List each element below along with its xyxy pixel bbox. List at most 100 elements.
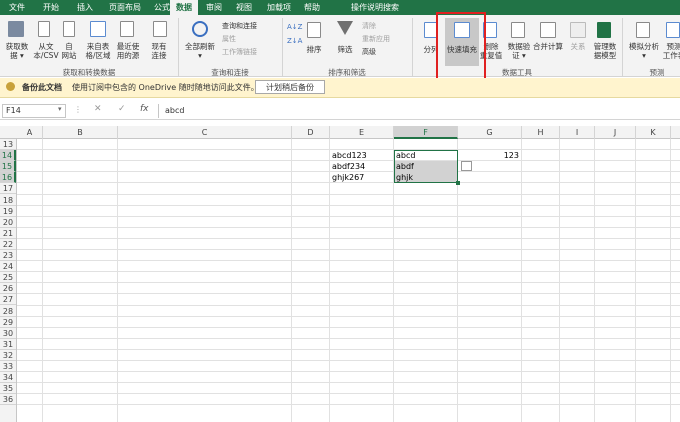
filter-button[interactable]: 筛选 xyxy=(333,45,357,54)
existing-connections-button[interactable]: 现有 连接 xyxy=(146,42,172,60)
from-table-button[interactable]: 来自表 格/区域 xyxy=(83,42,113,60)
column-header[interactable]: B xyxy=(43,126,118,139)
column-header[interactable]: I xyxy=(560,126,595,139)
gridline xyxy=(17,315,680,317)
gridline xyxy=(17,215,680,217)
tab-10[interactable]: 操作说明搜索 xyxy=(344,0,406,15)
cell-E15[interactable]: abdf234 xyxy=(330,161,394,172)
row-header[interactable]: 21 xyxy=(0,228,16,239)
row-header[interactable]: 30 xyxy=(0,328,16,339)
row-header[interactable]: 32 xyxy=(0,350,16,361)
column-header[interactable]: D xyxy=(292,126,330,139)
column-header[interactable]: H xyxy=(522,126,560,139)
forecast-sheet-icon xyxy=(666,22,680,38)
cell-G14[interactable]: 123 xyxy=(458,150,522,161)
formula-input[interactable]: abcd xyxy=(158,104,678,118)
row-header[interactable]: 16 xyxy=(0,172,16,184)
reapply-button[interactable]: 重新应用 xyxy=(362,35,390,44)
gridline xyxy=(17,393,680,395)
cancel-icon[interactable]: ✕ xyxy=(94,104,102,114)
table-icon xyxy=(90,21,106,37)
function-icon[interactable]: fx xyxy=(140,104,149,114)
tab-0[interactable]: 文件 xyxy=(0,0,34,15)
backup-later-button[interactable]: 计划稍后备份 xyxy=(255,80,325,94)
row-header[interactable]: 17 xyxy=(0,183,16,195)
edit-links-button[interactable]: 工作簿链接 xyxy=(222,48,257,57)
row-header[interactable]: 24 xyxy=(0,261,16,273)
from-web-button[interactable]: 自 网站 xyxy=(59,42,79,60)
group-get-transform: 获取和转换数据 xyxy=(62,68,116,77)
row-header[interactable]: 18 xyxy=(0,195,16,206)
cell-F15[interactable]: abdf xyxy=(394,161,458,173)
name-box[interactable]: F14 xyxy=(2,104,66,118)
fill-handle[interactable] xyxy=(456,181,460,186)
tab-8[interactable]: 加载项 xyxy=(260,0,298,15)
row-header[interactable]: 14 xyxy=(0,150,16,162)
row-header[interactable]: 19 xyxy=(0,206,16,217)
row-header[interactable]: 13 xyxy=(0,139,16,150)
tab-6[interactable]: 审阅 xyxy=(200,0,228,15)
sort-ascending-icon[interactable]: A↓Z xyxy=(287,23,302,32)
cell-F16[interactable]: ghjk xyxy=(394,172,458,184)
gridline xyxy=(17,371,680,373)
row-header[interactable]: 27 xyxy=(0,294,16,306)
row-header[interactable]: 28 xyxy=(0,306,16,317)
consolidate-button[interactable]: 合并计算 xyxy=(531,42,565,51)
clear-button[interactable]: 清除 xyxy=(362,22,376,31)
worksheet-grid[interactable]: abcd123 abcd 123 abdf234 abdf ghjk267 ghjk xyxy=(17,139,680,422)
row-header[interactable]: 36 xyxy=(0,394,16,406)
refresh-all-button[interactable]: 全部刷新 ▾ xyxy=(182,42,218,60)
from-text-button[interactable]: 从文 本/CSV xyxy=(33,42,59,60)
gridline xyxy=(17,326,680,328)
row-header[interactable]: 15 xyxy=(0,161,16,173)
row-header[interactable]: 26 xyxy=(0,283,16,295)
cell-E16[interactable]: ghjk267 xyxy=(330,172,394,183)
properties-button[interactable]: 属性 xyxy=(222,35,236,44)
consolidate-icon xyxy=(540,22,556,38)
tab-3[interactable]: 页面布局 xyxy=(102,0,148,15)
tab-5[interactable]: 数据 xyxy=(170,0,198,15)
queries-connections-button[interactable]: 查询和连接 xyxy=(222,22,257,31)
tab-2[interactable]: 插入 xyxy=(68,0,102,15)
column-header[interactable]: C xyxy=(118,126,292,139)
what-if-analysis-button[interactable]: 模拟分析 ▾ xyxy=(626,42,662,60)
sort-descending-icon[interactable]: Z↓A xyxy=(287,37,302,46)
column-header[interactable]: K xyxy=(636,126,671,139)
column-header[interactable]: E xyxy=(330,126,394,139)
row-headers: 13 14 15 16 17 18 19 20 21 22 23 24 25 26 27 28 29 30 31 32… xyxy=(0,139,17,422)
tab-7[interactable]: 视图 xyxy=(228,0,260,15)
recent-sources-button[interactable]: 最近使 用的源 xyxy=(113,42,143,60)
ribbon-tabs: 文件 开始 插入 页面布局 公式 数据 审阅 视图 加载项 帮助 操作说明搜索 xyxy=(0,0,680,15)
row-header[interactable]: 35 xyxy=(0,383,16,395)
column-header[interactable]: F xyxy=(394,126,458,139)
tab-1[interactable]: 开始 xyxy=(34,0,68,15)
column-header[interactable]: A xyxy=(17,126,43,139)
row-header[interactable]: 31 xyxy=(0,339,16,350)
cell-F14[interactable]: abcd xyxy=(394,150,458,161)
flash-fill-options-icon[interactable] xyxy=(461,161,472,172)
column-header[interactable]: J xyxy=(595,126,636,139)
cell-E14[interactable]: abcd123 xyxy=(330,150,394,161)
sort-button[interactable]: 排序 xyxy=(302,45,326,54)
tab-9[interactable]: 帮助 xyxy=(298,0,326,15)
advanced-button[interactable]: 高级 xyxy=(362,48,376,57)
row-header[interactable]: 20 xyxy=(0,217,16,228)
forecast-sheet-button[interactable]: 预测 工作表 xyxy=(660,42,680,60)
notice-message: 使用订阅中包含的 OneDrive 随时随地访问此文件。 xyxy=(72,83,259,92)
column-header[interactable]: L xyxy=(671,126,680,139)
row-header[interactable]: 25 xyxy=(0,272,16,284)
row-header[interactable]: 29 xyxy=(0,317,16,328)
row-header[interactable]: 34 xyxy=(0,372,16,384)
group-sort-filter: 排序和筛选 xyxy=(328,68,366,77)
column-header[interactable]: G xyxy=(458,126,522,139)
row-header[interactable]: 33 xyxy=(0,361,16,372)
relationships-button[interactable]: 关系 xyxy=(566,42,590,51)
get-data-button[interactable]: 获取数 据 ▾ xyxy=(2,42,32,60)
chevron-down-icon[interactable]: ▾ xyxy=(58,105,62,113)
data-validation-button[interactable]: 数据验 证 ▾ xyxy=(505,42,533,60)
row-header[interactable]: 23 xyxy=(0,250,16,261)
row-header[interactable]: 22 xyxy=(0,239,16,250)
manage-data-model-button[interactable]: 管理数 据模型 xyxy=(590,42,620,60)
enter-icon[interactable]: ✓ xyxy=(118,104,126,114)
warning-icon xyxy=(6,82,15,91)
